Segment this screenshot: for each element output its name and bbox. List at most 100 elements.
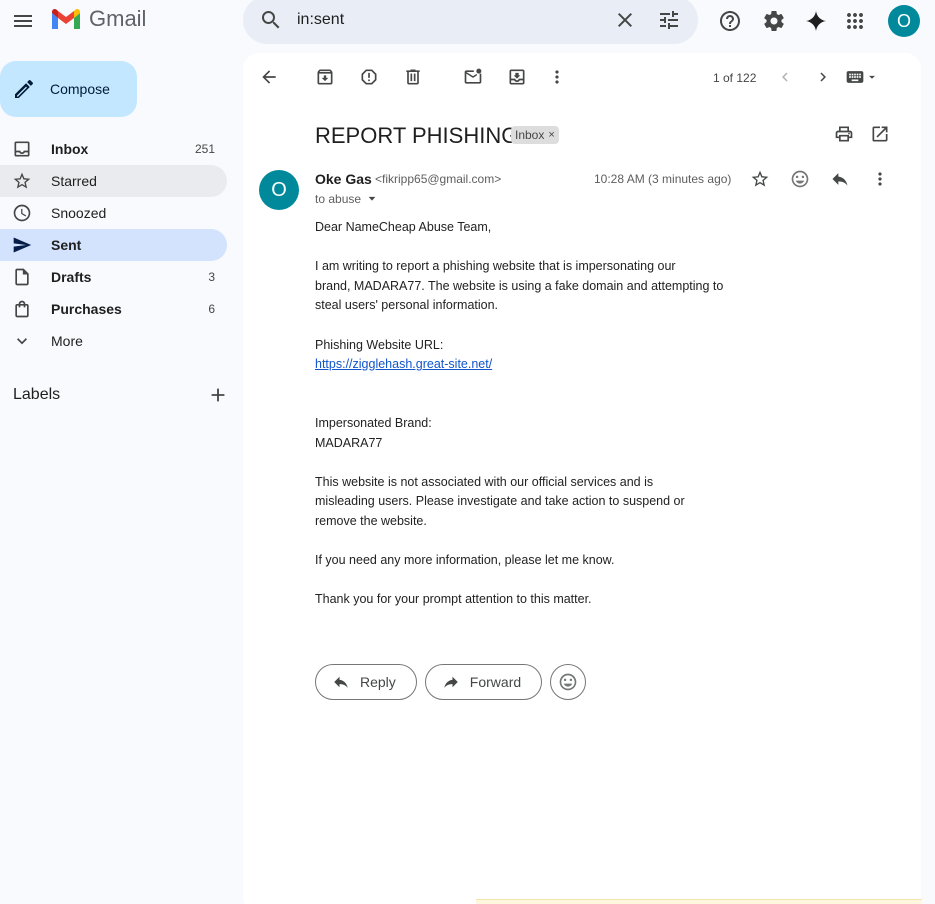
compose-button[interactable]: Compose [0, 61, 137, 117]
emoji-icon [559, 673, 577, 691]
remove-label-icon[interactable]: × [548, 129, 554, 141]
more-actions-button[interactable] [537, 57, 577, 97]
top-header: Gmail O [0, 0, 935, 44]
sender-email: <fikripp65@gmail.com> [375, 172, 502, 186]
caret-down-icon [869, 75, 875, 79]
support-button[interactable] [710, 1, 750, 41]
sidebar-item-snoozed[interactable]: Snoozed [0, 197, 227, 229]
archive-icon [317, 69, 333, 85]
body-line: remove the website. [315, 513, 427, 528]
message-more-button[interactable] [860, 159, 900, 199]
main-menu-button[interactable] [3, 1, 43, 41]
sidebar-item-purchases[interactable]: Purchases 6 [0, 293, 227, 325]
sender-name[interactable]: Oke Gas [315, 171, 372, 187]
star-icon [751, 170, 769, 187]
help-icon [720, 11, 740, 31]
search-input[interactable] [297, 6, 597, 34]
forward-icon [444, 676, 458, 688]
message-view: 1 of 122 REPORT PHISHING Inbox × O Oke G… [243, 53, 921, 904]
clear-search-button[interactable] [605, 0, 645, 40]
sidebar-item-label: Inbox [51, 141, 89, 157]
app-name: Gmail [89, 6, 147, 31]
gear-icon [764, 10, 784, 32]
sidebar-item-label: Snoozed [51, 205, 107, 221]
sidebar-item-label: Drafts [51, 269, 92, 285]
reply-label: Reply [360, 674, 396, 690]
recipients-text: to abuse [315, 192, 362, 206]
sidebar-item-drafts[interactable]: Drafts 3 [0, 261, 227, 293]
print-all-button[interactable] [824, 114, 864, 154]
reply-icon [832, 173, 848, 186]
gemini-button[interactable] [796, 1, 836, 41]
open-new-window-button[interactable] [860, 114, 900, 154]
sender-avatar[interactable]: O [259, 170, 299, 210]
archive-button[interactable] [305, 57, 345, 97]
reply-action-button[interactable]: Reply [315, 664, 417, 700]
body-line: This website is not associated with our … [315, 474, 654, 489]
input-tools-button[interactable] [845, 61, 879, 93]
google-apps-button[interactable] [835, 1, 875, 41]
report-spam-button[interactable] [349, 57, 389, 97]
clock-icon [12, 203, 32, 223]
message-time: 10:28 AM (3 minutes ago) [594, 172, 732, 186]
search-bar[interactable] [243, 0, 698, 44]
print-icon [835, 126, 853, 142]
back-button[interactable] [249, 57, 289, 97]
trash-icon [406, 69, 420, 85]
emoji-reaction-button[interactable] [550, 664, 587, 700]
recipients-line[interactable]: to abuse [315, 192, 377, 206]
body-line: brand, MADARA77. The website is using a … [315, 278, 724, 293]
account-avatar[interactable]: O [888, 5, 920, 37]
body-brand: MADARA77 [315, 435, 383, 450]
move-to-inbox-icon [509, 69, 525, 85]
pencil-icon [15, 79, 34, 98]
sidebar-item-label: Starred [51, 173, 97, 189]
move-to-button[interactable] [497, 57, 537, 97]
reply-button[interactable] [820, 159, 860, 199]
newer-button[interactable] [765, 57, 805, 97]
older-button[interactable] [803, 57, 843, 97]
search-button[interactable] [251, 0, 291, 40]
sidebar-item-starred[interactable]: Starred [0, 165, 227, 197]
more-vert-icon [878, 172, 882, 186]
sidebar-item-label: More [51, 333, 83, 349]
caret-down-icon [368, 196, 376, 201]
sidebar-item-sent[interactable]: Sent [0, 229, 227, 261]
chevron-right-icon [820, 72, 826, 82]
label-chip-text: Inbox [515, 128, 545, 142]
delete-button[interactable] [393, 57, 433, 97]
message-body: Dear NameCheap Abuse Team, I am writing … [315, 218, 755, 610]
hamburger-menu-icon [14, 15, 32, 27]
sidebar-item-more[interactable]: More [0, 325, 227, 357]
gmail-logo[interactable]: Gmail [50, 6, 146, 32]
chevron-down-icon [12, 331, 32, 351]
emoji-icon [791, 170, 809, 188]
create-label-button[interactable] [198, 375, 238, 415]
body-greeting: Dear NameCheap Abuse Team, [315, 220, 492, 234]
report-icon [361, 69, 377, 85]
search-options-button[interactable] [649, 0, 689, 40]
sidebar-item-inbox[interactable]: Inbox 251 [0, 133, 227, 165]
unread-count: 3 [208, 270, 215, 284]
add-reaction-button[interactable] [780, 159, 820, 199]
pagination-text: 1 of 122 [713, 71, 757, 85]
sidebar-item-label: Purchases [51, 301, 122, 317]
body-line: I am writing to report a phishing websit… [315, 259, 676, 274]
star-button[interactable] [740, 159, 780, 199]
sparkle-icon [806, 11, 826, 31]
close-icon [618, 13, 632, 27]
plus-icon [211, 388, 225, 402]
mark-unread-icon [464, 68, 482, 84]
star-icon [12, 171, 32, 191]
shopping-bag-icon [12, 299, 32, 319]
send-icon [12, 235, 32, 255]
phishing-url-link[interactable]: https://zigglehash.great-site.net/ [315, 357, 492, 371]
mark-unread-button[interactable] [453, 57, 493, 97]
body-line: steal users' personal information. [315, 298, 499, 313]
sidebar-item-label: Sent [51, 237, 82, 253]
body-line: If you need any more information, please… [315, 553, 615, 568]
settings-button[interactable] [754, 1, 794, 41]
forward-action-button[interactable]: Forward [424, 664, 543, 700]
label-chip-inbox[interactable]: Inbox × [511, 126, 559, 144]
arrow-back-icon [262, 70, 276, 84]
